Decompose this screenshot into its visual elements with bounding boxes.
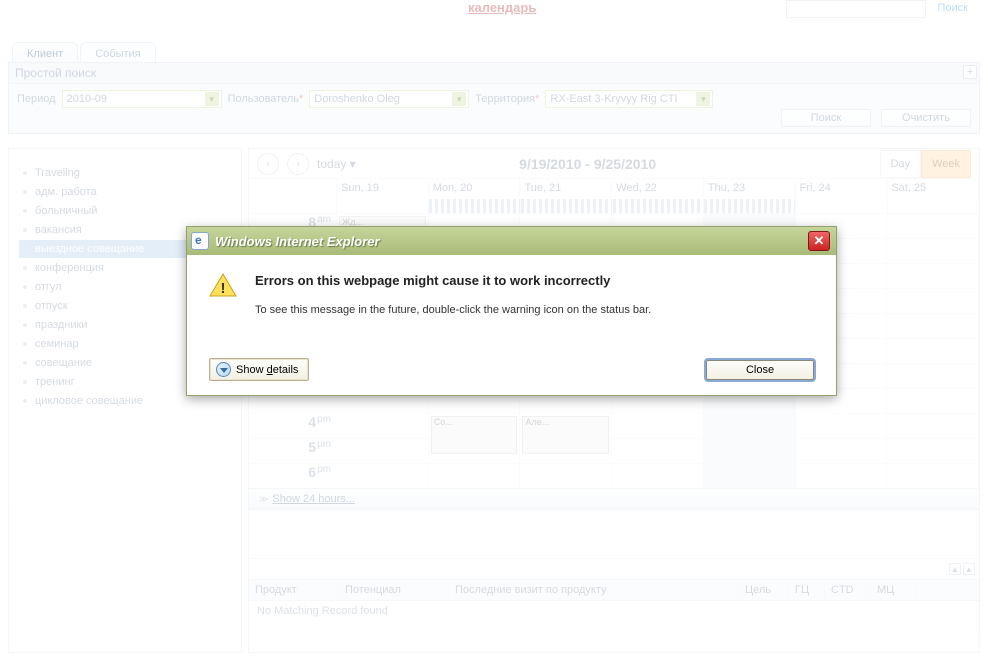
time-cell[interactable] (704, 414, 796, 438)
time-cell[interactable] (887, 439, 979, 463)
dialog-close-button[interactable]: Close (706, 360, 814, 380)
add-button[interactable]: + (963, 65, 977, 79)
territory-value: RX-East 3-Kryvyy Rig CTI (550, 93, 677, 105)
time-cell[interactable] (520, 439, 612, 463)
dialog-body-text: To see this message in the future, doubl… (255, 304, 651, 316)
category-sidebar: Travelingадм. работабольничныйвакансиявы… (8, 148, 242, 653)
time-cell[interactable] (337, 414, 429, 438)
column-header[interactable]: Цель (739, 580, 789, 600)
day-header[interactable]: Sat, 25 (887, 179, 979, 199)
date-range: 9/19/2010 - 9/25/2010 (364, 156, 872, 172)
territory-label: Территория* (475, 93, 539, 105)
time-cell[interactable] (612, 414, 704, 438)
week-view-button[interactable]: Week (921, 150, 971, 178)
tab-events[interactable]: События (80, 42, 155, 64)
time-cell[interactable] (704, 439, 796, 463)
time-cell[interactable] (796, 464, 888, 488)
day-view-button[interactable]: Day (880, 150, 922, 178)
prev-week-button[interactable]: ‹ (257, 153, 279, 175)
chevron-down-icon: ▾ (696, 92, 710, 106)
expand-down-icon (216, 362, 231, 377)
time-cell[interactable] (887, 464, 979, 488)
next-week-button[interactable]: › (287, 153, 309, 175)
territory-combo[interactable]: RX-East 3-Kryvyy Rig CTI ▾ (545, 90, 713, 108)
user-value: Doroshenko Oleg (314, 93, 400, 105)
user-combo[interactable]: Doroshenko Oleg ▾ (309, 90, 469, 108)
calendar-panel: ‹ › today ▾ 9/19/2010 - 9/25/2010 Day We… (248, 148, 980, 653)
time-cell[interactable] (429, 439, 521, 463)
day-header[interactable]: Tue, 21 (520, 179, 612, 199)
time-cell[interactable] (704, 464, 796, 488)
sidebar-item[interactable]: Traveling (19, 164, 231, 182)
time-label: 6pm (249, 464, 337, 488)
time-cell[interactable] (337, 439, 429, 463)
show-details-button[interactable]: Show details (209, 358, 309, 381)
time-cell[interactable] (429, 464, 521, 488)
top-search-input[interactable] (786, 0, 926, 18)
chevron-down-icon: ▾ (205, 92, 219, 106)
sidebar-item[interactable]: больничный (19, 202, 231, 220)
time-cell[interactable] (796, 414, 888, 438)
calendar-link[interactable]: календарь (468, 0, 536, 15)
day-header[interactable]: Wed, 22 (612, 179, 704, 199)
panel-title: Простой поиск + (9, 63, 979, 84)
svg-text:!: ! (221, 280, 226, 297)
day-header[interactable]: Fri, 24 (796, 179, 888, 199)
panel-up-icon[interactable]: ▲ (949, 563, 961, 575)
time-cell[interactable] (887, 414, 979, 438)
time-cell[interactable]: Co... (429, 414, 521, 438)
column-header[interactable]: МЦ (871, 580, 917, 600)
panel-up2-icon[interactable]: ▲ (963, 563, 975, 575)
sidebar-item[interactable]: адм. работа (19, 183, 231, 201)
dialog-title: Windows Internet Explorer (215, 234, 808, 249)
period-combo[interactable]: 2010-09 ▾ (62, 90, 222, 108)
warning-icon: ! (209, 273, 237, 297)
column-header[interactable]: CTD (825, 580, 871, 600)
dialog-close-x-button[interactable]: ✕ (808, 231, 830, 251)
time-cell[interactable] (796, 439, 888, 463)
column-header[interactable]: Потенциал (339, 580, 449, 600)
period-value: 2010-09 (67, 93, 107, 105)
time-label: 5pm (249, 439, 337, 463)
dialog-titlebar[interactable]: Windows Internet Explorer ✕ (187, 227, 836, 255)
top-search-link[interactable]: Поиск (938, 2, 968, 14)
time-cell[interactable] (612, 464, 704, 488)
ie-error-dialog: Windows Internet Explorer ✕ ! Errors on … (186, 226, 837, 396)
ie-icon (191, 232, 209, 250)
dialog-heading: Errors on this webpage might cause it to… (255, 273, 651, 288)
no-records-message: No Matching Record found (249, 601, 979, 621)
clear-button[interactable]: Очистить (881, 109, 971, 127)
today-button[interactable]: today ▾ (317, 157, 356, 171)
day-header[interactable]: Sun, 19 (337, 179, 429, 199)
search-button[interactable]: Поиск (781, 109, 871, 127)
product-panel: ▲ ▲ ПродуктПотенциалПоследние визит по п… (249, 558, 979, 652)
time-cell[interactable] (520, 464, 612, 488)
time-label: 4pm (249, 414, 337, 438)
column-header[interactable]: Продукт (249, 580, 339, 600)
tab-client[interactable]: Клиент (12, 42, 78, 64)
chevron-down-icon: ▾ (452, 92, 466, 106)
user-label: Пользователь* (228, 93, 304, 105)
day-header[interactable]: Mon, 20 (429, 179, 521, 199)
day-header[interactable]: Thu, 23 (704, 179, 796, 199)
period-label: Период (17, 93, 56, 105)
time-cell[interactable] (612, 439, 704, 463)
time-cell[interactable] (887, 214, 979, 238)
column-header[interactable]: Последние визит по продукту (449, 580, 739, 600)
time-cell[interactable]: Але... (520, 414, 612, 438)
show-24-hours-link[interactable]: ≫Show 24 hours... (249, 488, 979, 510)
panel-title-text: Простой поиск (15, 66, 96, 80)
column-header[interactable]: ГЦ (789, 580, 825, 600)
simple-search-panel: Простой поиск + Период 2010-09 ▾ Пользов… (8, 62, 980, 134)
time-cell[interactable] (337, 464, 429, 488)
